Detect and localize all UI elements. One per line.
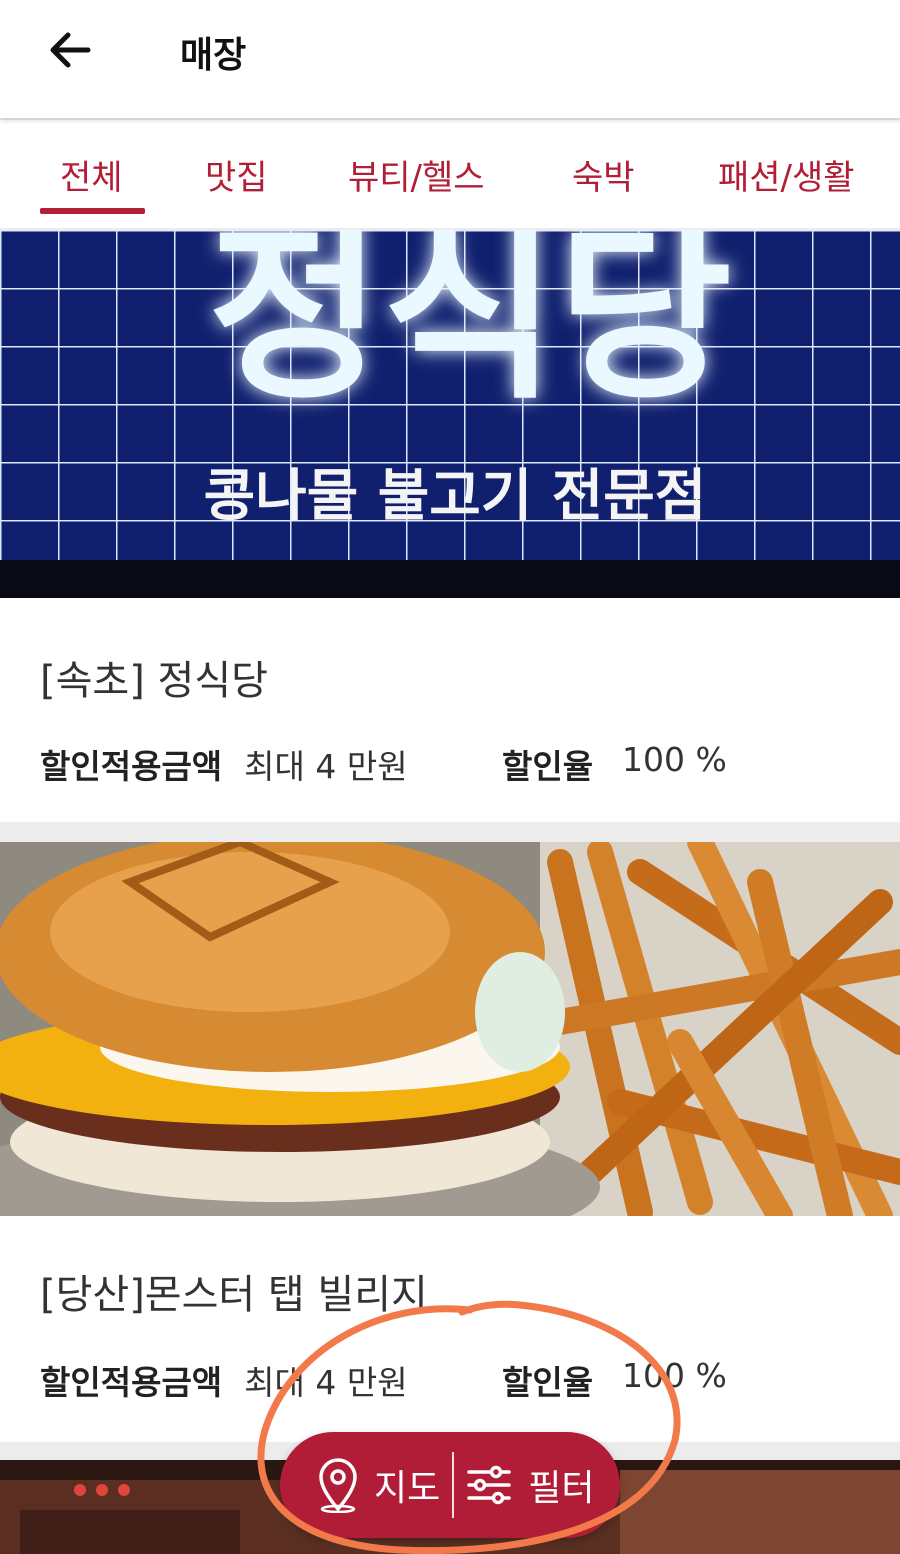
store-card[interactable]: 정식당 콩나물 불고기 전문점 [속초] 정식당 할인적용금액 최대 4 만원 …	[0, 230, 900, 822]
discount-rate-value: 100 %	[622, 740, 727, 779]
burger-fries-image	[0, 842, 900, 1216]
tab-restaurants[interactable]: 맛집	[205, 150, 268, 199]
discount-amount-value: 최대 4 만원	[244, 747, 408, 786]
map-filter-pill: 지도 필터	[280, 1432, 620, 1538]
discount-amount-label: 할인적용금액	[40, 747, 223, 786]
sliders-icon	[467, 1465, 511, 1505]
category-tabs: 전체 맛집 뷰티/헬스 숙박 패션/생활	[0, 120, 900, 228]
filter-label: 필터	[528, 1468, 595, 1509]
map-button[interactable]: 지도	[280, 1432, 440, 1538]
discount-rate-value: 100 %	[622, 1356, 727, 1395]
store-name[interactable]: [속초] 정식당	[40, 648, 268, 706]
filter-button[interactable]: 필터	[466, 1432, 595, 1538]
discount-amount-label: 할인적용금액	[40, 1363, 223, 1402]
store-image	[0, 842, 900, 1216]
tab-fashion-living[interactable]: 패션/생활	[718, 150, 855, 199]
restaurant-sign-image: 정식당 콩나물 불고기 전문점	[0, 230, 900, 598]
discount-amount-value: 최대 4 만원	[244, 1363, 408, 1402]
store-name[interactable]: [당산]몬스터 탭 빌리지	[40, 1262, 428, 1320]
map-label: 지도	[374, 1468, 441, 1509]
store-discount-info: 할인적용금액 최대 4 만원 할인율 100 %	[40, 740, 860, 788]
store-image: 정식당 콩나물 불고기 전문점	[0, 230, 900, 598]
sign-sub-text: 콩나물 불고기 전문점	[204, 463, 707, 529]
map-pin-icon	[319, 1458, 357, 1513]
store-discount-info: 할인적용금액 최대 4 만원 할인율 100 %	[40, 1356, 860, 1404]
app-header: 매장	[0, 0, 900, 118]
arrow-left-icon	[50, 32, 91, 68]
back-button[interactable]	[44, 24, 96, 76]
tab-beauty-health[interactable]: 뷰티/헬스	[348, 150, 485, 199]
page-title: 매장	[180, 35, 247, 76]
tab-lodging[interactable]: 숙박	[572, 150, 635, 199]
store-card[interactable]: [당산]몬스터 탭 빌리지 할인적용금액 최대 4 만원 할인율 100 %	[0, 842, 900, 1442]
sign-main-text: 정식당	[208, 230, 732, 425]
discount-rate-label: 할인율	[502, 747, 594, 786]
discount-rate-label: 할인율	[502, 1363, 594, 1402]
pill-divider	[452, 1452, 455, 1518]
tab-all[interactable]: 전체	[60, 150, 123, 199]
active-tab-indicator	[40, 208, 145, 214]
